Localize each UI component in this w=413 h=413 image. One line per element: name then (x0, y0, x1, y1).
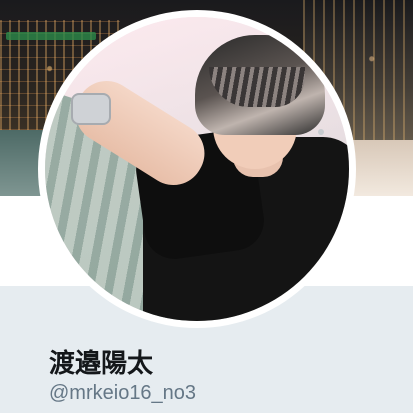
avatar-earring (318, 129, 324, 135)
avatar[interactable] (45, 17, 349, 321)
profile-handle[interactable]: @mrkeio16_no3 (49, 382, 196, 405)
avatar-watch (71, 93, 111, 125)
profile-display-name[interactable]: 渡邉陽太 (49, 343, 153, 380)
banner-right-figure (353, 140, 413, 196)
